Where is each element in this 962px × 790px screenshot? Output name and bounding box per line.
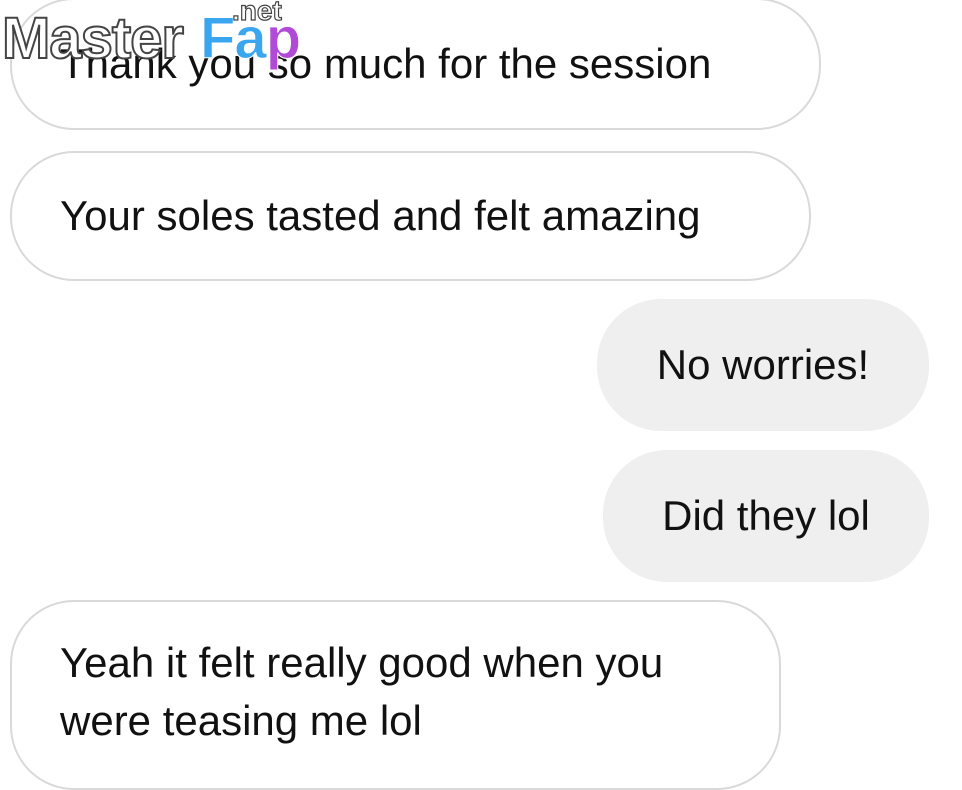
message-text: Did they lol (662, 492, 870, 539)
message-bubble-incoming[interactable]: Your soles tasted and felt amazing (10, 151, 811, 281)
message-text: Thank you so much for the session (60, 40, 712, 87)
message-bubble-outgoing[interactable]: Did they lol (603, 450, 929, 582)
message-thread: Thank you so much for the session Your s… (0, 0, 962, 790)
message-bubble-incoming[interactable]: Yeah it felt really good when you were t… (10, 600, 781, 790)
message-bubble-outgoing[interactable]: No worries! (597, 299, 929, 431)
message-text: Your soles tasted and felt amazing (60, 192, 701, 239)
message-bubble-incoming[interactable]: Thank you so much for the session (10, 0, 821, 130)
message-text: Yeah it felt really good when you were t… (60, 639, 664, 744)
message-text: No worries! (656, 341, 870, 388)
